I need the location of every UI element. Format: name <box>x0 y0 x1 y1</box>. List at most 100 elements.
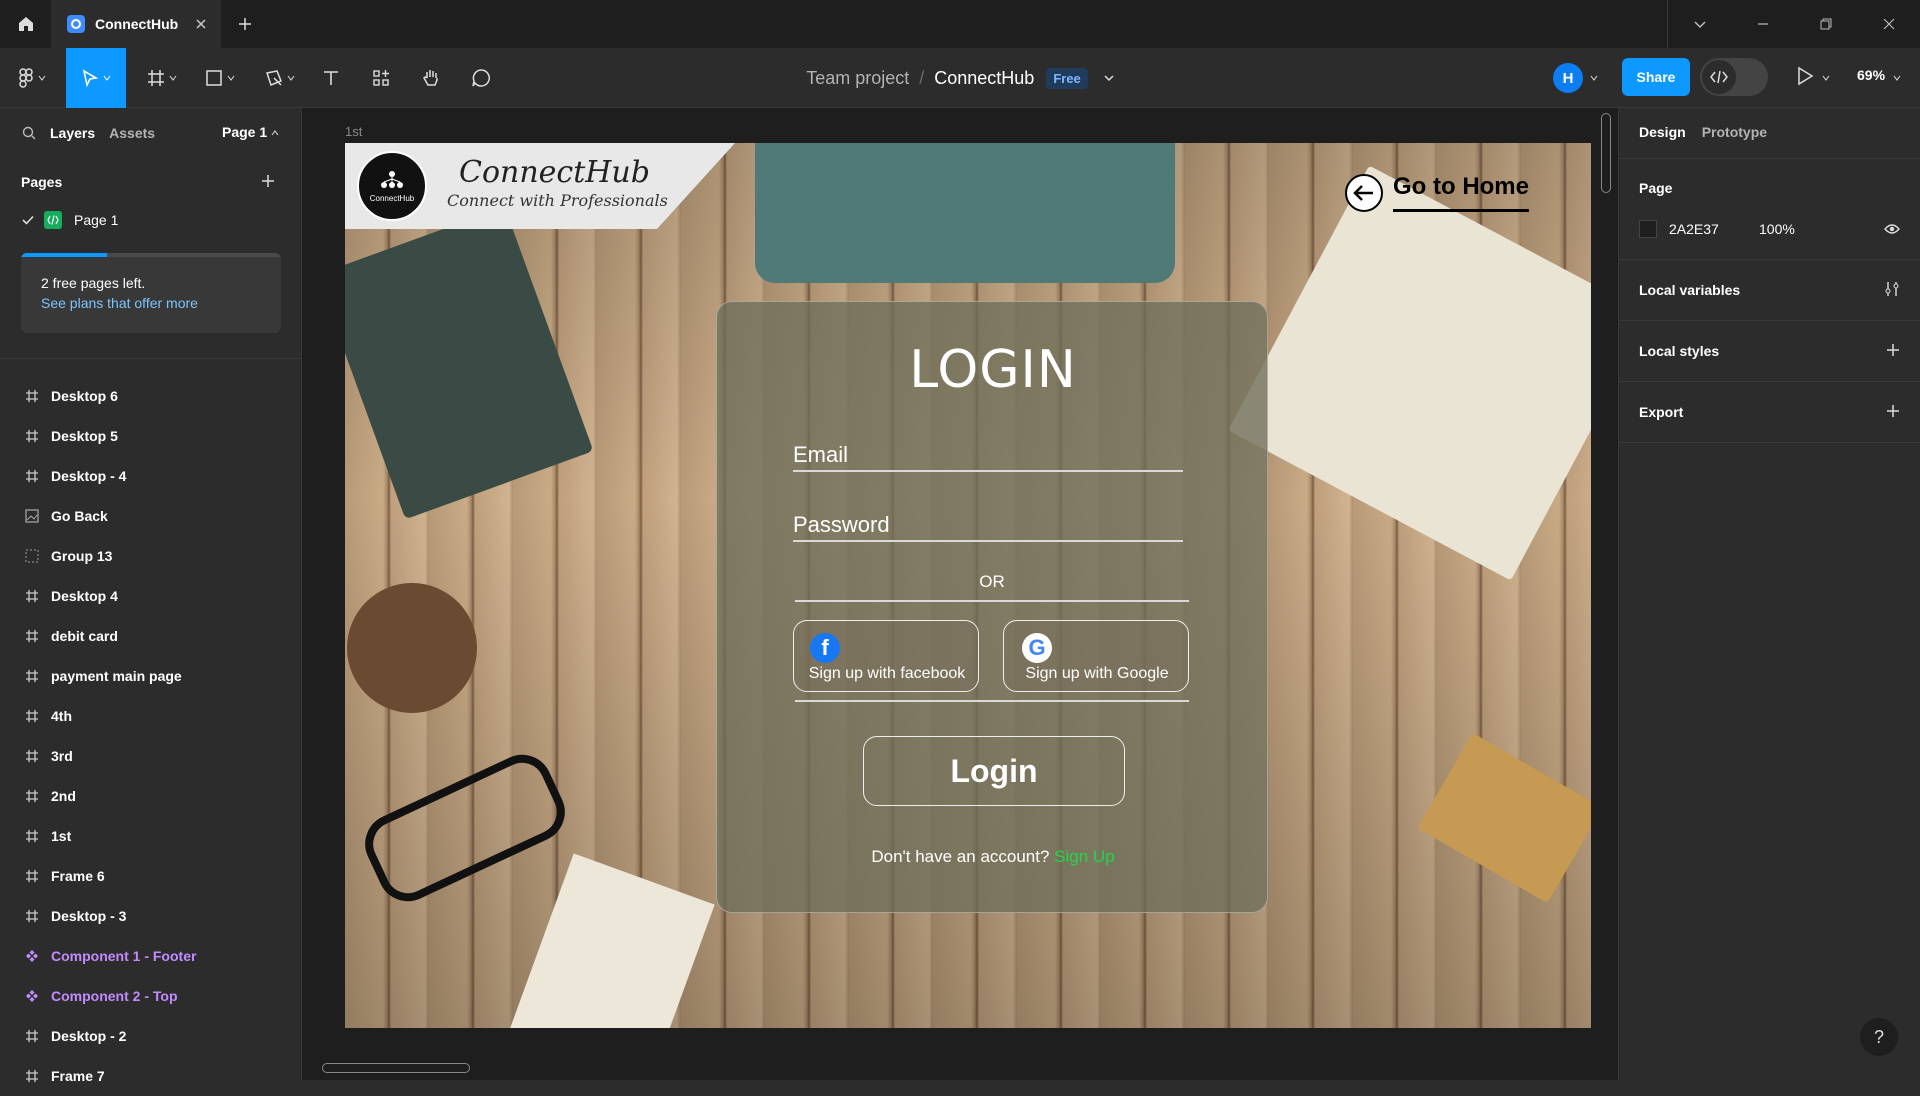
page-color-hex[interactable]: 2A2E37 <box>1669 221 1719 237</box>
page-item-page-1[interactable]: Page 1 <box>22 211 118 229</box>
layers-panel: Layers Assets Page 1 Pages Page 1 2 free… <box>0 108 302 1084</box>
layer-label: Desktop - 4 <box>51 468 127 484</box>
chevron-down-icon <box>103 75 111 81</box>
layer-item[interactable]: debit card <box>0 616 301 656</box>
layer-item[interactable]: Desktop - 2 <box>0 1016 301 1056</box>
see-plans-link[interactable]: See plans that offer more <box>41 295 198 311</box>
zoom-level[interactable]: 69% <box>1857 67 1885 83</box>
layer-item[interactable]: Component 1 - Footer <box>0 936 301 976</box>
password-field[interactable]: Password <box>793 512 1183 542</box>
variables-icon[interactable] <box>1884 281 1900 297</box>
go-to-home-link[interactable]: Go to Home <box>1345 173 1529 212</box>
layer-item[interactable]: Desktop - 3 <box>0 896 301 936</box>
minimize-button[interactable] <box>1731 0 1794 48</box>
local-variables-section[interactable]: Local variables <box>1639 282 1740 298</box>
google-signup-label: Sign up with Google <box>1025 665 1169 682</box>
local-styles-section[interactable]: Local styles <box>1639 343 1719 359</box>
home-button[interactable] <box>0 0 51 48</box>
eye-icon[interactable] <box>1884 223 1900 235</box>
layer-item[interactable]: Desktop 6 <box>0 376 301 416</box>
layer-item[interactable]: 1st <box>0 816 301 856</box>
main-menu-button[interactable] <box>10 48 54 108</box>
share-button[interactable]: Share <box>1622 58 1690 96</box>
minimize-icon <box>1757 23 1768 25</box>
hand-tool[interactable] <box>416 48 446 108</box>
present-play-icon[interactable] <box>1796 66 1814 86</box>
login-button[interactable]: Login <box>863 736 1125 806</box>
comment-tool[interactable] <box>466 48 496 108</box>
layer-item[interactable]: 4th <box>0 696 301 736</box>
layer-item[interactable]: Frame 6 <box>0 856 301 896</box>
google-signup-button[interactable]: G Sign up with Google <box>1003 620 1189 692</box>
plus-icon[interactable] <box>1886 404 1900 418</box>
file-tab[interactable]: ConnectHub <box>51 0 221 48</box>
layer-item[interactable]: Component 2 - Top <box>0 976 301 1016</box>
breadcrumb-file-name[interactable]: ConnectHub <box>934 68 1034 89</box>
move-tool[interactable] <box>66 48 126 108</box>
search-icon[interactable] <box>22 126 36 140</box>
layer-item[interactable]: payment main page <box>0 656 301 696</box>
text-tool[interactable] <box>316 48 346 108</box>
tab-prototype[interactable]: Prototype <box>1702 124 1767 140</box>
restore-button[interactable] <box>1794 0 1857 48</box>
dev-mode-toggle[interactable] <box>1700 58 1768 96</box>
chevron-down-icon <box>1693 21 1706 29</box>
hand-icon <box>423 70 438 86</box>
avatar[interactable]: H <box>1553 63 1583 93</box>
signup-link[interactable]: Sign Up <box>1054 847 1114 866</box>
layer-label: Frame 7 <box>51 1068 105 1084</box>
export-section[interactable]: Export <box>1639 404 1683 420</box>
chevron-down-icon[interactable] <box>1590 74 1598 82</box>
layer-item[interactable]: Go Back <box>0 496 301 536</box>
tabs-dropdown-button[interactable] <box>1668 0 1731 48</box>
component-icon <box>24 948 40 964</box>
breadcrumb-team[interactable]: Team project <box>806 68 909 89</box>
frame-icon <box>24 868 40 884</box>
layer-item[interactable]: Frame 7 <box>0 1056 301 1096</box>
layer-item[interactable]: 3rd <box>0 736 301 776</box>
layer-label: 1st <box>51 828 72 844</box>
page-color-swatch[interactable] <box>1639 220 1657 238</box>
shape-tool[interactable] <box>198 48 242 108</box>
layer-item[interactable]: Desktop 4 <box>0 576 301 616</box>
layer-item[interactable]: 2nd <box>0 776 301 816</box>
vertical-scrollbar[interactable] <box>1601 113 1611 193</box>
frame-icon <box>24 628 40 644</box>
frame-label[interactable]: 1st <box>345 124 362 139</box>
layer-label: Component 2 - Top <box>51 988 178 1004</box>
signup-prompt: Don't have an account? Sign Up <box>717 847 1269 867</box>
pen-tool[interactable] <box>258 48 302 108</box>
chevron-down-icon <box>38 75 46 81</box>
layer-item[interactable]: Desktop 5 <box>0 416 301 456</box>
layer-item[interactable]: Group 13 <box>0 536 301 576</box>
login-frame[interactable]: ConnectHub ConnectHub Connect with Profe… <box>345 143 1591 1028</box>
frame-icon <box>24 428 40 444</box>
plus-icon[interactable] <box>1886 343 1900 357</box>
horizontal-scrollbar[interactable] <box>322 1063 470 1073</box>
plan-badge[interactable]: Free <box>1046 67 1088 89</box>
tab-design[interactable]: Design <box>1639 124 1686 140</box>
add-page-icon[interactable] <box>261 174 275 188</box>
facebook-signup-button[interactable]: f Sign up with facebook <box>793 620 979 692</box>
layer-item[interactable]: Desktop - 4 <box>0 456 301 496</box>
layer-label: payment main page <box>51 668 182 684</box>
page-opacity[interactable]: 100% <box>1759 221 1795 237</box>
page-selector[interactable]: Page 1 <box>222 124 279 140</box>
canvas[interactable]: 1st ConnectHub ConnectHub Connect with P… <box>302 108 1618 1080</box>
close-tab-icon[interactable] <box>193 16 209 32</box>
toolbar: Team project / ConnectHub Free H Share 6… <box>0 48 1920 108</box>
close-window-button[interactable] <box>1857 0 1920 48</box>
help-button[interactable]: ? <box>1860 1018 1898 1056</box>
chevron-down-icon[interactable] <box>1822 74 1830 82</box>
group-icon <box>24 548 40 564</box>
chevron-down-icon[interactable] <box>1104 73 1114 83</box>
tab-layers[interactable]: Layers <box>50 125 95 141</box>
email-field[interactable]: Email <box>793 442 1183 472</box>
new-tab-button[interactable] <box>221 0 269 48</box>
tab-assets[interactable]: Assets <box>109 125 155 141</box>
frame-tool[interactable] <box>140 48 184 108</box>
frame-icon <box>24 1028 40 1044</box>
chevron-down-icon[interactable] <box>1893 74 1901 82</box>
layer-label: 2nd <box>51 788 76 804</box>
resources-tool[interactable] <box>366 48 396 108</box>
